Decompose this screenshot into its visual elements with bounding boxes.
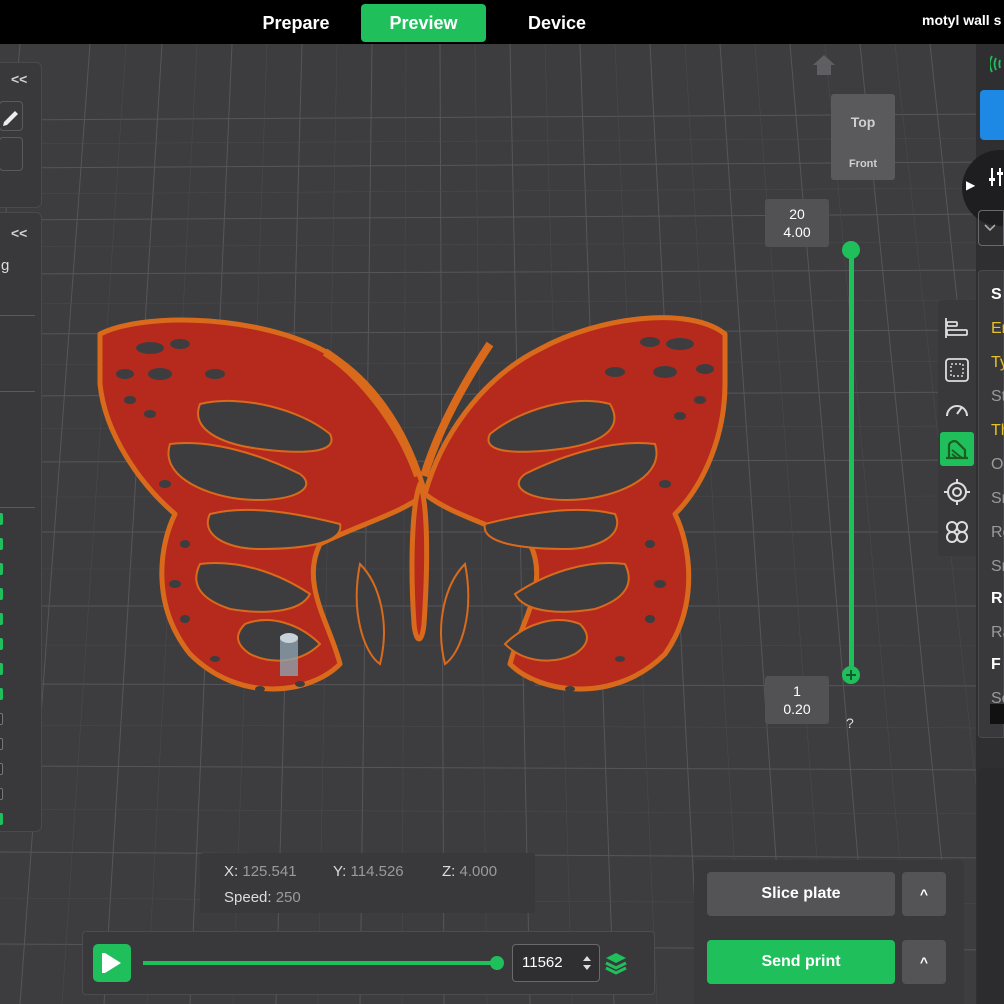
z-value: 4.000	[459, 863, 498, 880]
visibility-checkbox[interactable]	[0, 538, 3, 550]
y-value: 114.526	[350, 863, 404, 880]
support-view-button[interactable]	[940, 432, 974, 466]
slice-options-button[interactable]: ^	[902, 872, 946, 916]
top-layer-height: 4.00	[783, 224, 811, 240]
home-icon[interactable]	[812, 54, 836, 76]
slicer-window: Prepare Preview Device motyl wall s << <…	[0, 0, 1004, 1004]
bottom-layer-label: 1 0.20	[765, 676, 829, 724]
object-input[interactable]	[0, 137, 23, 171]
chevron-down-icon	[984, 224, 996, 232]
print-actions-panel: Slice plate ^ Send print ^	[694, 860, 964, 1004]
z-label: Z:	[442, 863, 456, 880]
bottom-layer-number: 1	[793, 683, 801, 699]
layer-playback-bar: 11562	[82, 931, 655, 995]
settings-sliders-icon[interactable]	[988, 166, 1004, 188]
visibility-checkbox[interactable]	[0, 513, 3, 525]
wifi-signal-icon	[990, 55, 1001, 73]
plus-icon	[846, 670, 856, 680]
playback-handle[interactable]	[490, 956, 504, 970]
visibility-checkbox[interactable]	[0, 713, 3, 725]
divider	[0, 315, 35, 316]
settings-item-label: F	[991, 656, 1001, 673]
x-label: X:	[224, 863, 239, 880]
visibility-checkbox[interactable]	[0, 613, 3, 625]
visibility-checkbox[interactable]	[0, 563, 3, 575]
playback-track[interactable]	[143, 961, 499, 965]
view-cube[interactable]: Top Front	[831, 94, 895, 180]
bottom-layer-height: 0.20	[783, 701, 811, 717]
view-cube-front-label: Front	[848, 158, 878, 170]
play-icon	[102, 953, 121, 973]
tab-preview[interactable]: Preview	[361, 4, 486, 42]
divider	[0, 391, 35, 392]
bottom-layer-handle[interactable]	[842, 666, 860, 684]
collapse-settings-button[interactable]: <<	[11, 225, 27, 241]
play-button[interactable]	[93, 944, 131, 982]
speed-label: Speed:	[224, 889, 272, 906]
speed-gauge-icon[interactable]	[943, 396, 971, 424]
settings-item-label: Sr	[991, 490, 1004, 507]
top-bar: Prepare Preview Device motyl wall s	[0, 0, 1004, 44]
filament-dropdown[interactable]	[978, 210, 1004, 246]
bounding-box-icon[interactable]	[943, 356, 971, 384]
edit-button[interactable]	[0, 101, 23, 131]
help-button[interactable]: ?	[846, 715, 854, 731]
visibility-checkbox[interactable]	[0, 688, 3, 700]
x-value: 125.541	[242, 863, 297, 880]
tab-prepare[interactable]: Prepare	[248, 4, 344, 42]
top-layer-number: 20	[789, 206, 805, 222]
move-number-input[interactable]: 11562	[512, 944, 600, 982]
settings-item-label: St	[991, 388, 1004, 405]
left-object-panel: <<	[0, 62, 42, 208]
color-swatch[interactable]	[990, 704, 1004, 724]
tab-device[interactable]: Device	[512, 4, 602, 42]
settings-item-label: Ra	[991, 624, 1004, 641]
visibility-checkbox[interactable]	[0, 788, 3, 800]
print-options-button[interactable]: ^	[902, 940, 946, 984]
right-bottom-panel	[978, 768, 1004, 1004]
project-title: motyl wall s	[922, 12, 1002, 28]
visibility-checkbox[interactable]	[0, 663, 3, 675]
view-cube-top-label: Top	[850, 114, 876, 130]
visibility-checkbox[interactable]	[0, 763, 3, 775]
top-layer-label: 20 4.00	[765, 199, 829, 247]
tool-position-marker	[280, 633, 298, 676]
target-icon[interactable]	[943, 478, 971, 506]
settings-label: g	[1, 257, 10, 274]
settings-item-label: Sr	[991, 558, 1004, 575]
settings-item-label: O	[991, 456, 1004, 473]
layer-range-track[interactable]	[849, 250, 854, 676]
visibility-checkbox[interactable]	[0, 738, 3, 750]
settings-item-label: Re	[991, 524, 1004, 541]
settings-item-label: S	[991, 286, 1002, 303]
visibility-checkbox[interactable]	[0, 588, 3, 600]
support-icon	[946, 440, 968, 460]
spinner-icon[interactable]	[581, 953, 593, 973]
top-layer-handle[interactable]	[842, 241, 860, 259]
coordinate-readout: X: 125.541 Y: 114.526 Z: 4.000 Speed: 25…	[200, 853, 535, 913]
collapse-left-panel-button[interactable]: <<	[11, 71, 27, 87]
layers-align-icon[interactable]	[943, 314, 971, 342]
speed-value: 250	[275, 889, 301, 906]
printer-preset-button[interactable]	[980, 90, 1004, 140]
settings-item-label: Ty	[991, 354, 1004, 371]
visibility-checkbox[interactable]	[0, 638, 3, 650]
visibility-checkbox[interactable]	[0, 813, 3, 825]
layers-stack-icon[interactable]	[604, 950, 628, 978]
y-label: Y:	[333, 863, 347, 880]
settings-item-label: Er	[991, 320, 1004, 337]
pencil-icon	[3, 111, 18, 126]
left-settings-panel: << g	[0, 212, 42, 832]
divider	[0, 507, 35, 508]
send-print-button[interactable]: Send print	[707, 940, 895, 984]
pattern-icon[interactable]	[943, 518, 971, 546]
slice-plate-button[interactable]: Slice plate	[707, 872, 895, 916]
settings-item-label: Th	[991, 422, 1004, 439]
chevron-right-icon: ▶	[966, 178, 976, 192]
settings-item-label: R	[991, 590, 1003, 607]
move-number-value: 11562	[522, 954, 563, 971]
view-tools-toolbar	[938, 300, 976, 556]
